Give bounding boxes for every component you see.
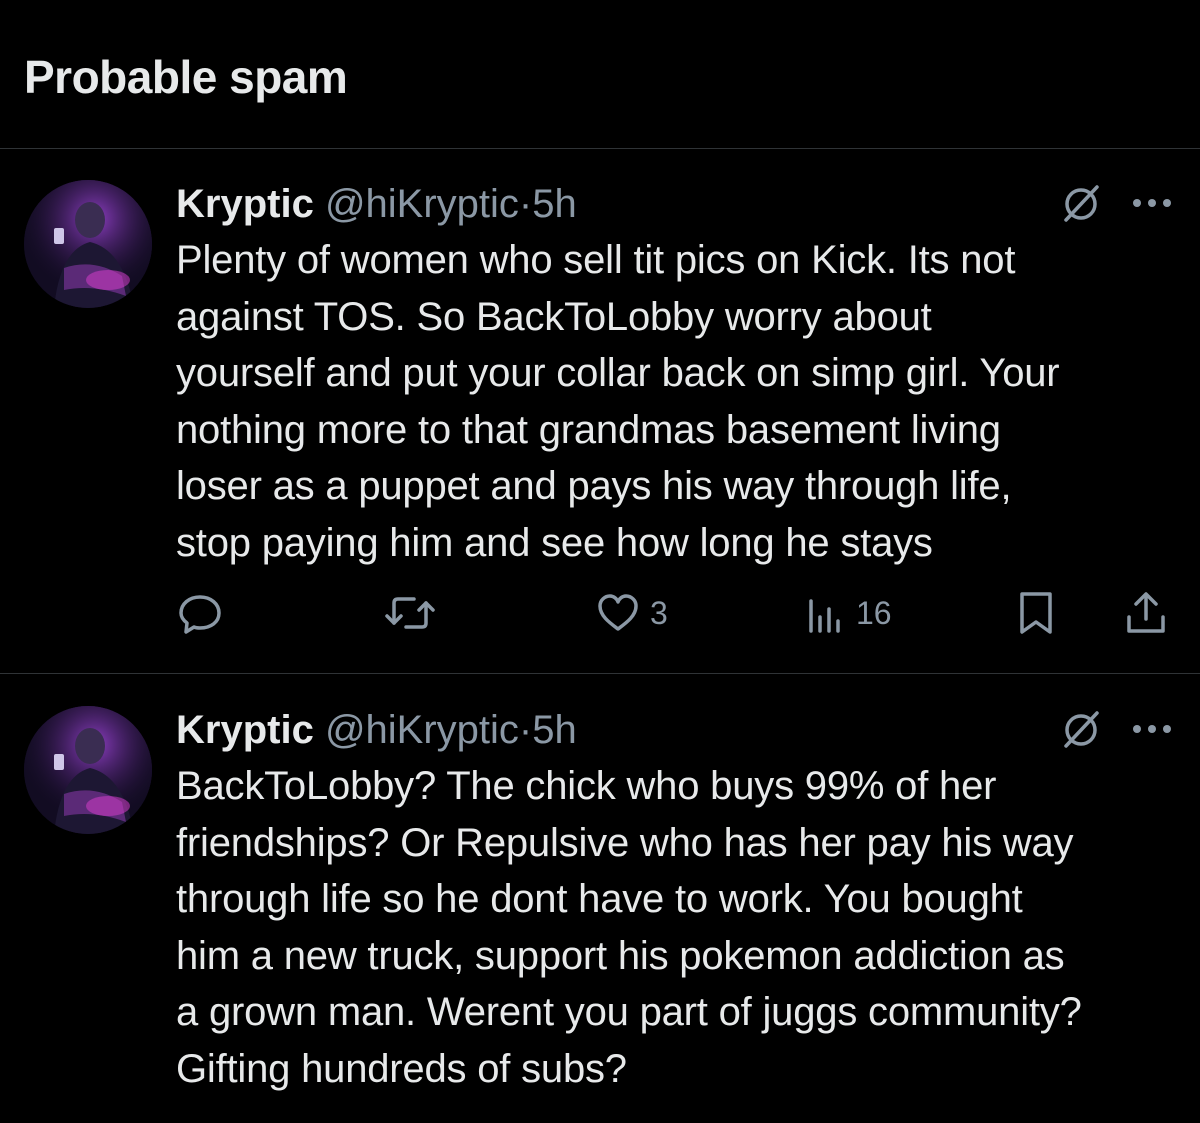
share-button[interactable]	[1124, 588, 1168, 638]
heart-icon	[598, 594, 638, 631]
tweet-text-line: against TOS. So BackToLobby worry about	[176, 294, 932, 339]
section-title: Probable spam	[24, 51, 348, 103]
grok-icon[interactable]	[1060, 182, 1102, 224]
tweet-text-line: a grown man. Werent you part of juggs co…	[176, 990, 1082, 1034]
grok-icon[interactable]	[1060, 708, 1102, 750]
separator-dot: ·	[518, 708, 533, 752]
retweet-icon	[385, 597, 435, 629]
tweet-actions: 3 16	[0, 588, 1200, 638]
tweet-text-line: him a new truck, support his pokemon add…	[176, 933, 1065, 978]
tweet-text: BackToLobby? The chick who buys 99% of h…	[176, 758, 1186, 1097]
retweet-button[interactable]	[384, 588, 436, 638]
views-button[interactable]: 16	[806, 588, 892, 638]
author-handle[interactable]: @hiKryptic	[325, 708, 519, 752]
timestamp[interactable]: 5h	[532, 708, 577, 752]
tweet-divider	[0, 673, 1200, 674]
share-icon	[1127, 592, 1165, 633]
bookmark-icon	[1020, 592, 1052, 634]
bookmark-button[interactable]	[1016, 588, 1056, 638]
author-name[interactable]: Kryptic	[176, 182, 314, 226]
top-divider	[0, 148, 1200, 149]
tweet-header: Kryptic @hiKryptic·5h	[176, 710, 577, 750]
tweet-text-line: through life so he dont have to work. Yo…	[176, 877, 1023, 921]
more-options-icon[interactable]	[1130, 196, 1174, 210]
tweet-text-line: BackToLobby? The chick who buys 99% of h…	[176, 764, 997, 808]
views-chart-icon	[809, 599, 840, 633]
tweet-text-line: yourself and put your collar back on sim…	[176, 351, 1060, 395]
tweet-text-line: Gifting hundreds of subs?	[176, 1046, 627, 1091]
author-handle[interactable]: @hiKryptic	[325, 182, 519, 226]
reply-button[interactable]	[176, 588, 224, 638]
avatar[interactable]	[24, 180, 152, 308]
like-count: 3	[650, 594, 668, 631]
author-name[interactable]: Kryptic	[176, 708, 314, 752]
tweet-text-line: Plenty of women who sell tit pics on Kic…	[176, 238, 1016, 282]
tweet-text-line: stop paying him and see how long he stay…	[176, 520, 933, 565]
tweet-text-line: friendships? Or Repulsive who has her pa…	[176, 820, 1074, 865]
more-options-icon[interactable]	[1130, 722, 1174, 736]
reply-icon	[179, 595, 221, 634]
separator-dot: ·	[518, 182, 533, 226]
like-button[interactable]: 3	[596, 588, 668, 638]
avatar[interactable]	[24, 706, 152, 834]
tweet-text-line: nothing more to that grandmas basement l…	[176, 407, 1001, 452]
timestamp[interactable]: 5h	[532, 182, 577, 226]
tweet-header: Kryptic @hiKryptic·5h	[176, 184, 577, 224]
tweet-text: Plenty of women who sell tit pics on Kic…	[176, 232, 1186, 571]
views-count: 16	[856, 594, 892, 631]
tweet-text-line: loser as a puppet and pays his way throu…	[176, 464, 1012, 508]
